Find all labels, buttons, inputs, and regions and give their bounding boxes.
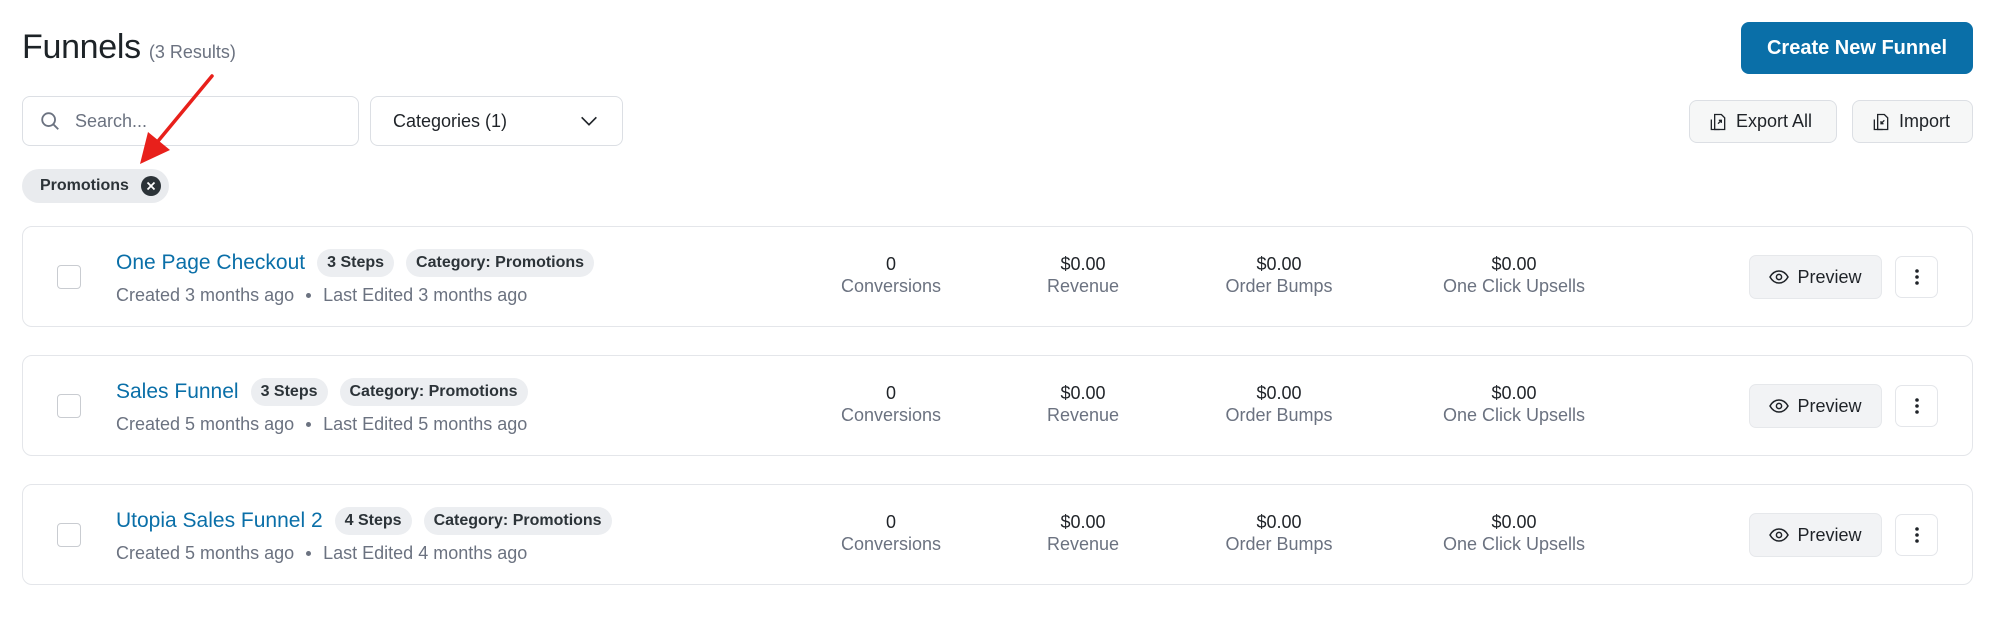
upsells-label: One Click Upsells (1442, 276, 1586, 296)
separator-dot (306, 293, 312, 298)
last-edited-text: Last Edited 5 months ago (323, 414, 528, 434)
more-vertical-icon (1914, 527, 1919, 543)
result-count: (3 Results) (148, 42, 236, 62)
funnel-title-link[interactable]: One Page Checkout (116, 251, 305, 275)
eye-icon (1769, 270, 1790, 284)
page-title: Funnels (22, 28, 141, 66)
revenue-value: $0.00 (1060, 512, 1106, 532)
eye-icon (1769, 528, 1790, 542)
category-badge: Category: Promotions (423, 507, 612, 535)
preview-label: Preview (1797, 524, 1862, 545)
more-actions-button[interactable] (1895, 385, 1938, 427)
created-text: Created 5 months ago (116, 543, 295, 563)
order-bumps-value: $0.00 (1256, 254, 1302, 274)
revenue-label: Revenue (1046, 276, 1120, 296)
revenue-value: $0.00 (1060, 254, 1106, 274)
revenue-label: Revenue (1046, 405, 1120, 425)
upsells-stat: $0.00 One Click Upsells (1443, 253, 1585, 297)
upsells-label: One Click Upsells (1442, 405, 1586, 425)
import-label: Import (1899, 111, 1951, 131)
revenue-stat: $0.00 Revenue (1047, 253, 1119, 297)
order-bumps-label: Order Bumps (1225, 405, 1333, 425)
conversions-stat: 0 Conversions (841, 253, 941, 297)
order-bumps-stat: $0.00 Order Bumps (1225, 511, 1332, 555)
remove-filter-button[interactable] (140, 176, 161, 196)
row-checkbox[interactable] (57, 394, 81, 418)
create-new-funnel-button[interactable]: Create New Funnel (1741, 22, 1973, 74)
order-bumps-label: Order Bumps (1225, 276, 1333, 296)
order-bumps-label: Order Bumps (1225, 534, 1333, 554)
row-checkbox[interactable] (57, 265, 81, 289)
upsells-label: One Click Upsells (1442, 534, 1586, 554)
chevron-down-icon (581, 116, 597, 126)
eye-icon (1769, 399, 1790, 413)
steps-badge: 3 Steps (317, 249, 395, 277)
page-header: Funnels (3 Results) (22, 28, 236, 67)
steps-badge: 3 Steps (250, 378, 328, 406)
created-text: Created 5 months ago (116, 414, 295, 434)
funnel-row: One Page Checkout 3 Steps Category: Prom… (22, 226, 1973, 327)
conversions-label: Conversions (840, 276, 942, 296)
order-bumps-value: $0.00 (1256, 512, 1302, 532)
conversions-stat: 0 Conversions (841, 511, 941, 555)
preview-label: Preview (1797, 266, 1862, 287)
revenue-value: $0.00 (1060, 383, 1106, 403)
conversions-label: Conversions (840, 534, 942, 554)
funnel-title-link[interactable]: Sales Funnel (116, 380, 239, 404)
funnel-row: Sales Funnel 3 Steps Category: Promotion… (22, 355, 1973, 456)
separator-dot (306, 422, 312, 427)
close-icon (146, 181, 156, 191)
export-all-label: Export All (1736, 111, 1813, 131)
order-bumps-stat: $0.00 Order Bumps (1225, 382, 1332, 426)
search-icon (41, 112, 59, 130)
conversions-value: 0 (885, 383, 897, 403)
categories-select-label: Categories (1) (393, 110, 508, 131)
preview-button[interactable]: Preview (1749, 513, 1882, 557)
revenue-label: Revenue (1046, 534, 1120, 554)
annotation-arrow-icon (140, 74, 214, 164)
preview-button[interactable]: Preview (1749, 384, 1882, 428)
preview-button[interactable]: Preview (1749, 255, 1882, 299)
category-badge: Category: Promotions (406, 249, 595, 277)
conversions-value: 0 (885, 512, 897, 532)
row-checkbox[interactable] (57, 523, 81, 547)
revenue-stat: $0.00 Revenue (1047, 382, 1119, 426)
conversions-value: 0 (885, 254, 897, 274)
separator-dot (306, 551, 312, 556)
last-edited-text: Last Edited 4 months ago (323, 543, 528, 563)
more-actions-button[interactable] (1895, 256, 1938, 298)
more-vertical-icon (1914, 398, 1919, 414)
order-bumps-value: $0.00 (1256, 383, 1302, 403)
conversions-label: Conversions (840, 405, 942, 425)
export-all-button[interactable]: Export All (1689, 100, 1837, 143)
upsells-value: $0.00 (1491, 254, 1537, 274)
more-vertical-icon (1914, 269, 1919, 285)
funnel-title-link[interactable]: Utopia Sales Funnel 2 (116, 509, 323, 533)
funnel-row: Utopia Sales Funnel 2 4 Steps Category: … (22, 484, 1973, 585)
upsells-stat: $0.00 One Click Upsells (1443, 511, 1585, 555)
upsells-value: $0.00 (1491, 512, 1537, 532)
export-icon (1710, 113, 1726, 130)
upsells-value: $0.00 (1491, 383, 1537, 403)
created-text: Created 3 months ago (116, 285, 295, 305)
category-badge: Category: Promotions (339, 378, 528, 406)
conversions-stat: 0 Conversions (841, 382, 941, 426)
more-actions-button[interactable] (1895, 514, 1938, 556)
revenue-stat: $0.00 Revenue (1047, 511, 1119, 555)
categories-select[interactable]: Categories (1) (370, 96, 623, 146)
steps-badge: 4 Steps (334, 507, 412, 535)
filter-chip-label: Promotions (40, 177, 129, 194)
active-filter-chip: Promotions (22, 169, 169, 203)
last-edited-text: Last Edited 3 months ago (323, 285, 528, 305)
order-bumps-stat: $0.00 Order Bumps (1225, 253, 1332, 297)
preview-label: Preview (1797, 395, 1862, 416)
upsells-stat: $0.00 One Click Upsells (1443, 382, 1585, 426)
import-button[interactable]: Import (1852, 100, 1973, 143)
import-icon (1873, 113, 1889, 130)
